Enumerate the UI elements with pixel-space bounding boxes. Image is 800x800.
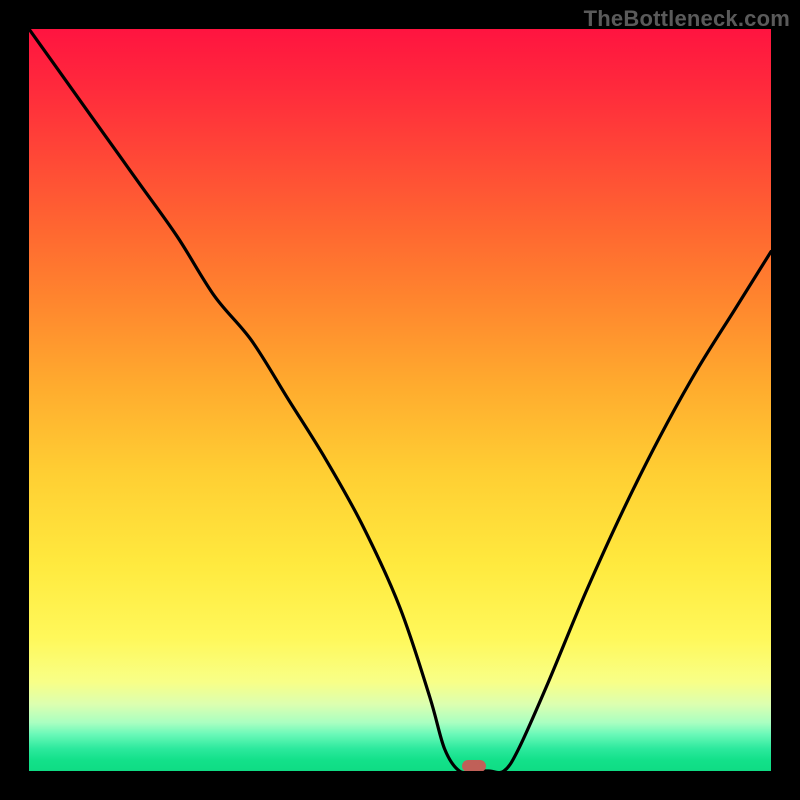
watermark-text: TheBottleneck.com <box>584 6 790 32</box>
plot-area <box>29 29 771 771</box>
chart-frame: TheBottleneck.com <box>0 0 800 800</box>
optimum-marker <box>462 760 486 771</box>
bottleneck-curve-svg <box>29 29 771 771</box>
bottleneck-curve-path <box>29 29 771 771</box>
